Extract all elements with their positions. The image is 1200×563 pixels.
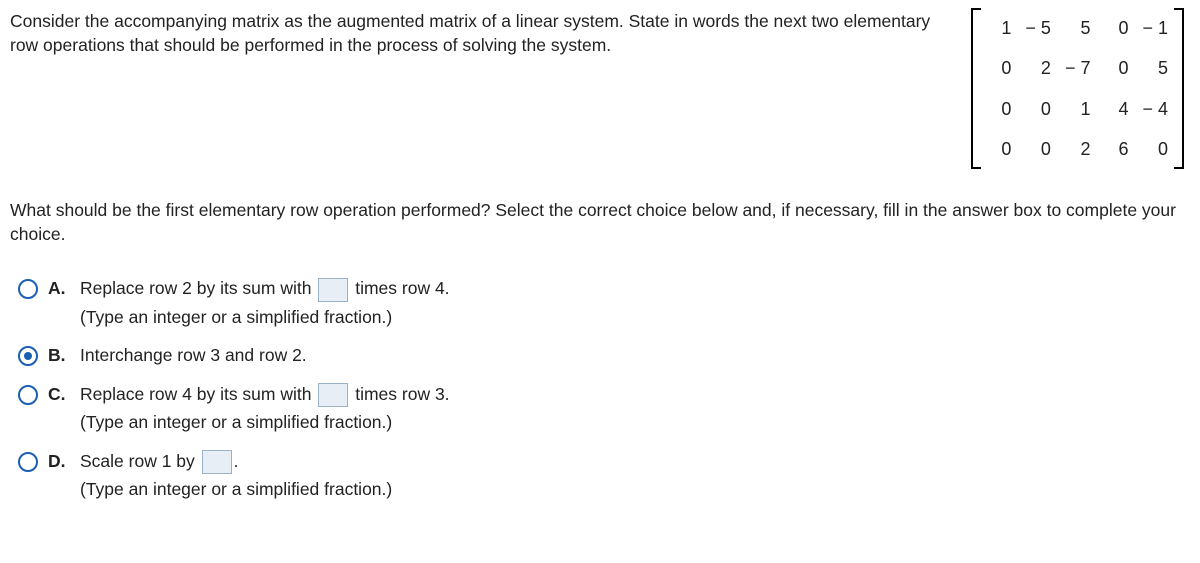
m-r4c1: 0 <box>987 137 1011 161</box>
choice-d[interactable]: D. Scale row 1 by . (Type an integer or … <box>18 449 1190 502</box>
m-r3c2: 0 <box>1025 97 1051 121</box>
choice-a-input[interactable] <box>318 278 348 302</box>
question-prompt: What should be the first elementary row … <box>10 199 1190 246</box>
m-r4c4: 6 <box>1104 137 1128 161</box>
matrix-right-bracket <box>1174 8 1184 169</box>
choice-d-hint: (Type an integer or a simplified fractio… <box>80 478 392 502</box>
radio-d[interactable] <box>18 452 38 472</box>
m-r1c4: 0 <box>1104 16 1128 40</box>
m-r2c1: 0 <box>987 56 1011 80</box>
choice-a-post: times row 4. <box>350 278 449 298</box>
m-r3c1: 0 <box>987 97 1011 121</box>
radio-b[interactable] <box>18 346 38 366</box>
m-r4c5: 0 <box>1142 137 1168 161</box>
m-r2c4: 0 <box>1104 56 1128 80</box>
matrix-left-bracket <box>971 8 981 169</box>
choice-d-input[interactable] <box>202 450 232 474</box>
m-r1c3: 5 <box>1065 16 1091 40</box>
choice-letter-a: A. <box>48 276 68 301</box>
choice-a-pre: Replace row 2 by its sum with <box>80 278 316 298</box>
m-r3c4: 4 <box>1104 97 1128 121</box>
choice-d-pre: Scale row 1 by <box>80 451 200 471</box>
problem-intro: Consider the accompanying matrix as the … <box>10 8 941 57</box>
m-r3c3: 1 <box>1065 97 1091 121</box>
choice-b[interactable]: B. Interchange row 3 and row 2. <box>18 343 1190 368</box>
m-r4c3: 2 <box>1065 137 1091 161</box>
choice-a[interactable]: A. Replace row 2 by its sum with times r… <box>18 276 1190 329</box>
choice-a-hint: (Type an integer or a simplified fractio… <box>80 306 450 330</box>
choice-d-post: . <box>234 451 239 471</box>
choice-c-post: times row 3. <box>350 384 449 404</box>
augmented-matrix: 1 − 5 5 0 − 1 0 2 − 7 0 5 0 0 1 4 − 4 0 … <box>971 8 1190 169</box>
choice-body-a: Replace row 2 by its sum with times row … <box>80 276 450 329</box>
choice-letter-c: C. <box>48 382 68 407</box>
radio-a[interactable] <box>18 279 38 299</box>
m-r3c5: − 4 <box>1142 97 1168 121</box>
matrix-grid: 1 − 5 5 0 − 1 0 2 − 7 0 5 0 0 1 4 − 4 0 … <box>981 8 1174 169</box>
choice-body-b: Interchange row 3 and row 2. <box>80 343 307 368</box>
radio-c[interactable] <box>18 385 38 405</box>
choice-b-text: Interchange row 3 and row 2. <box>80 345 307 365</box>
m-r2c5: 5 <box>1142 56 1168 80</box>
choice-c-pre: Replace row 4 by its sum with <box>80 384 316 404</box>
choice-letter-d: D. <box>48 449 68 474</box>
choice-c-hint: (Type an integer or a simplified fractio… <box>80 411 450 435</box>
answer-choices: A. Replace row 2 by its sum with times r… <box>10 276 1190 502</box>
m-r2c2: 2 <box>1025 56 1051 80</box>
m-r1c2: − 5 <box>1025 16 1051 40</box>
choice-c[interactable]: C. Replace row 4 by its sum with times r… <box>18 382 1190 435</box>
m-r1c5: − 1 <box>1142 16 1168 40</box>
m-r4c2: 0 <box>1025 137 1051 161</box>
m-r2c3: − 7 <box>1065 56 1091 80</box>
m-r1c1: 1 <box>987 16 1011 40</box>
choice-c-input[interactable] <box>318 383 348 407</box>
choice-body-c: Replace row 4 by its sum with times row … <box>80 382 450 435</box>
choice-body-d: Scale row 1 by . (Type an integer or a s… <box>80 449 392 502</box>
choice-letter-b: B. <box>48 343 68 368</box>
